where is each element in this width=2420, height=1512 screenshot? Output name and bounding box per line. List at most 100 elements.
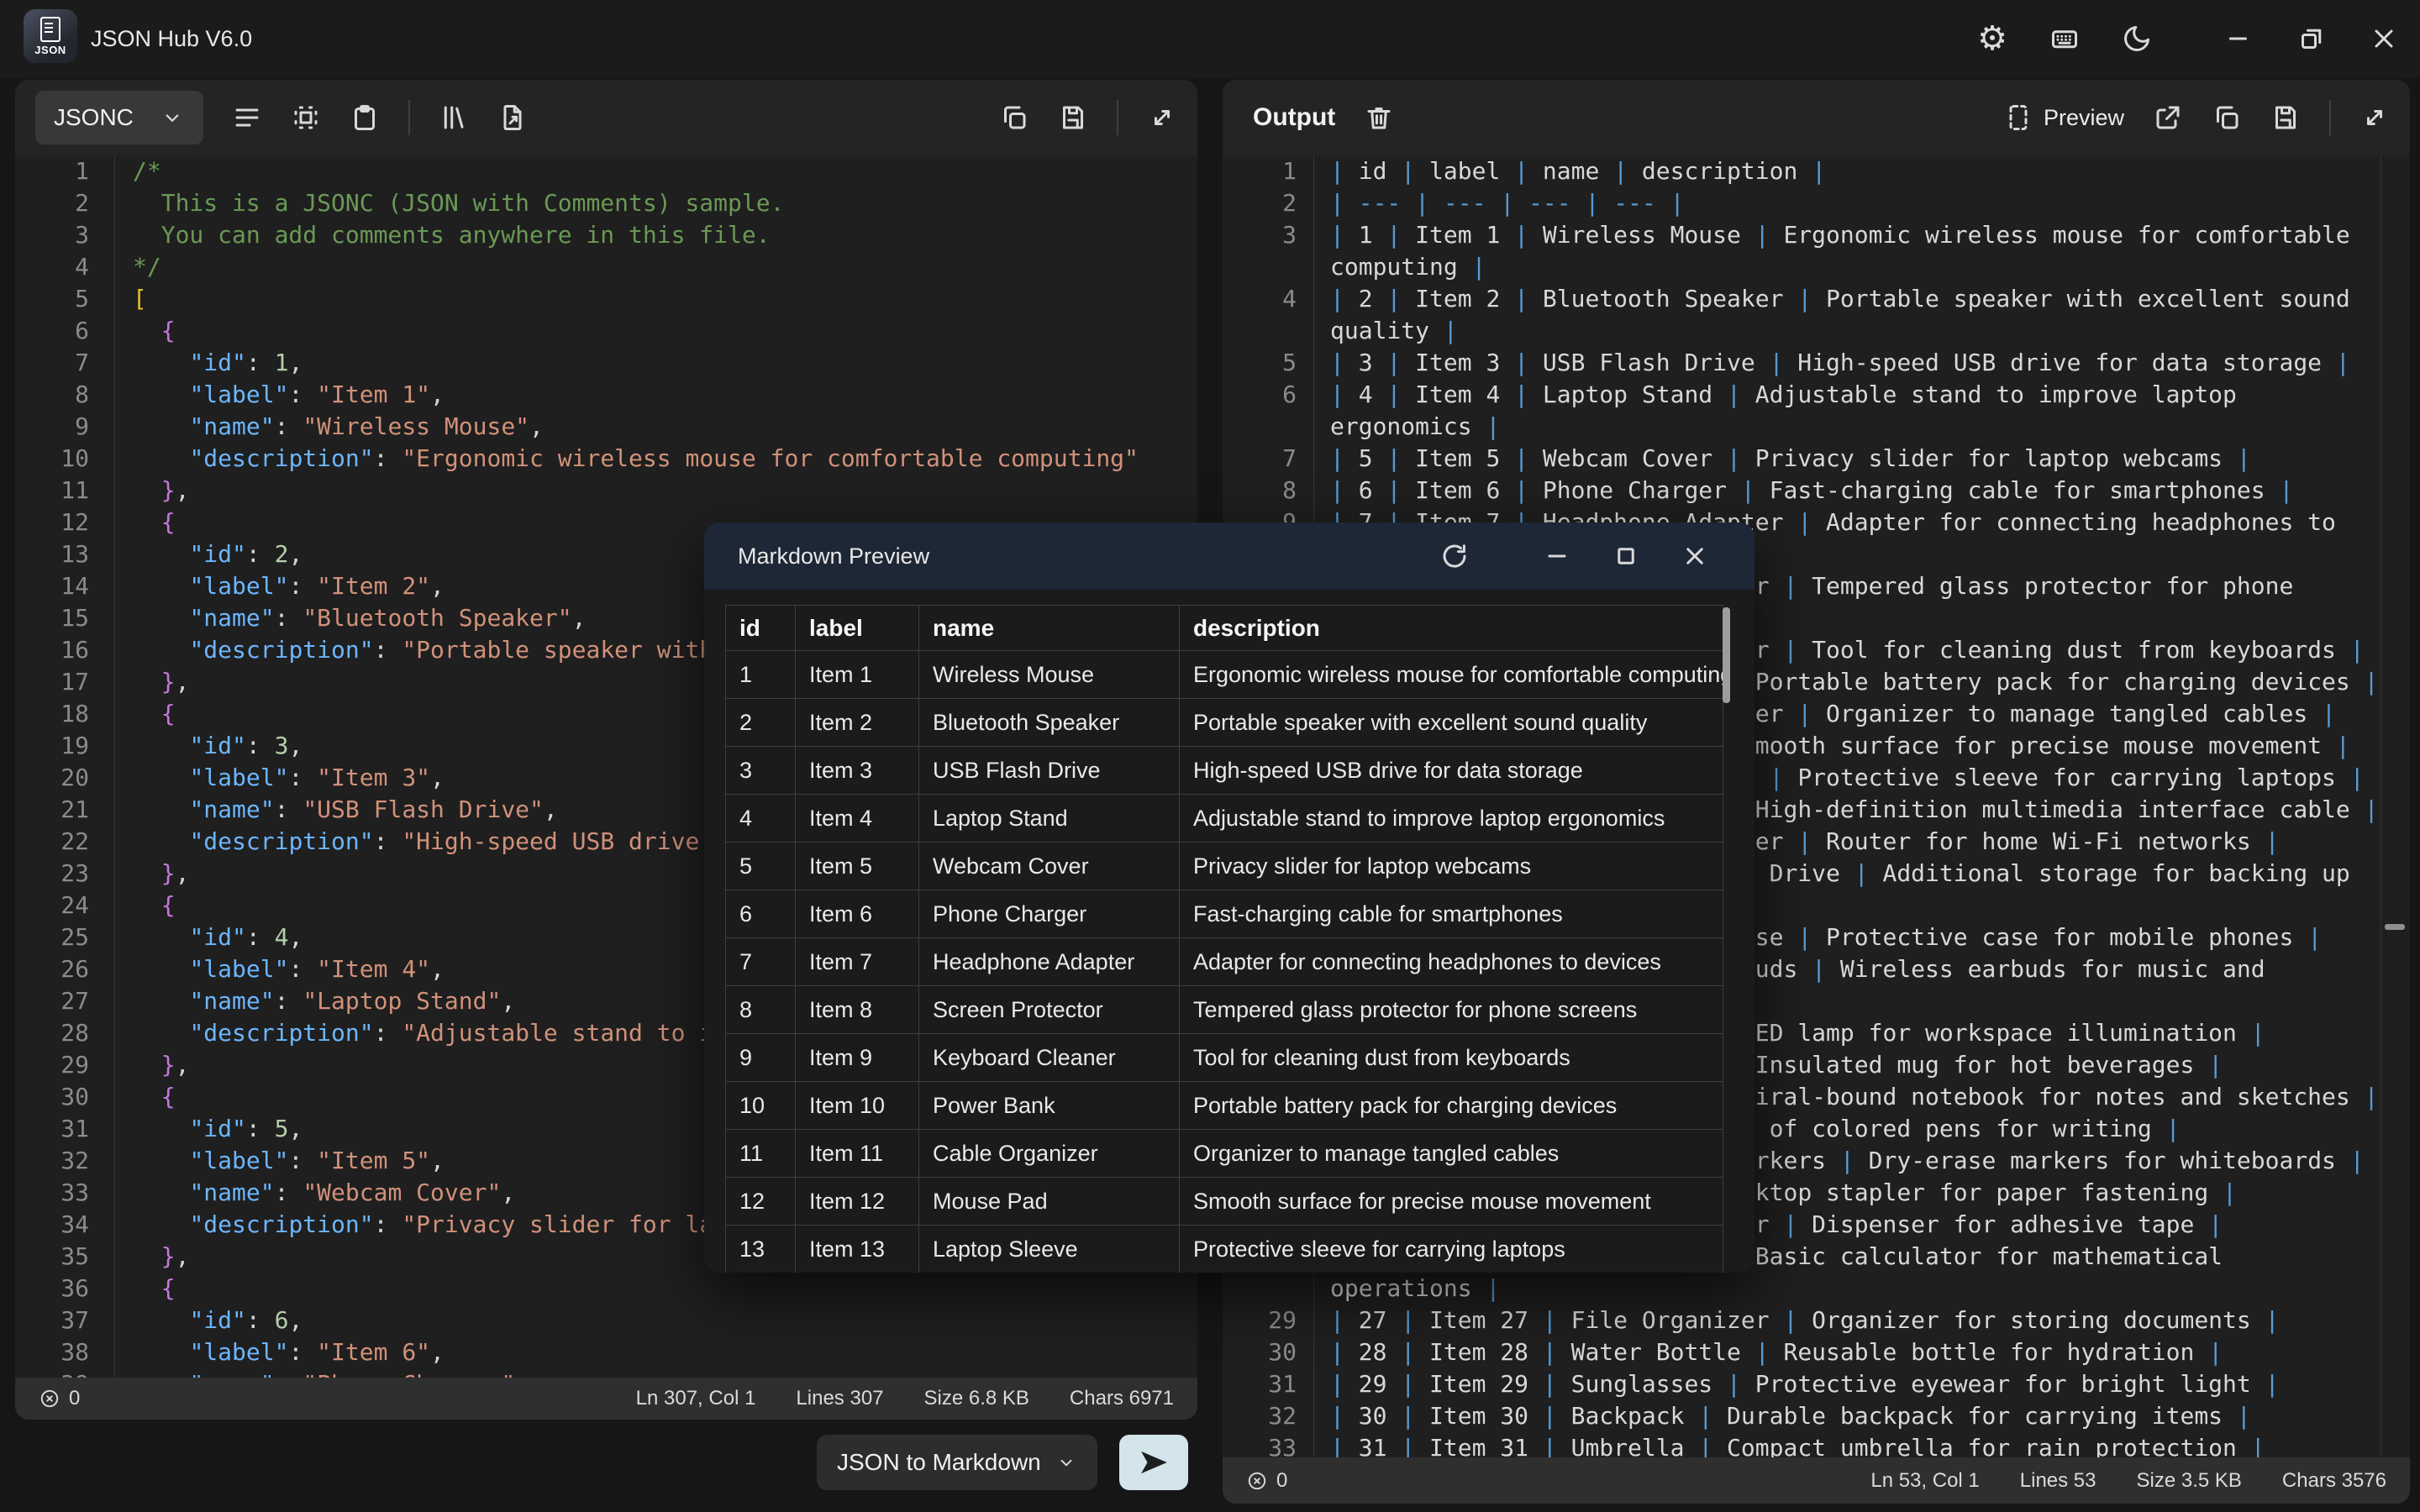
import-file-button[interactable]: [497, 102, 528, 133]
column-header: name: [919, 606, 1180, 651]
copy-input-button[interactable]: [999, 102, 1029, 133]
save-input-button[interactable]: [1058, 102, 1088, 133]
code-line: 8 "label": "Item 1",: [15, 379, 1197, 411]
restore-button[interactable]: [2275, 0, 2348, 77]
char-count: Chars 6971: [1070, 1387, 1174, 1410]
code-line: 36 {: [15, 1273, 1197, 1305]
code-line: 31| 29 | Item 29 | Sunglasses | Protecti…: [1223, 1368, 2410, 1400]
code-line: 30| 28 | Item 28 | Water Bottle | Reusab…: [1223, 1336, 2410, 1368]
code-line: 8| 6 | Item 6 | Phone Charger | Fast-cha…: [1223, 475, 2410, 507]
table-cell: Power Bank: [919, 1082, 1180, 1130]
code-line: 9 "name": "Wireless Mouse",: [15, 411, 1197, 443]
maximize-icon: [1611, 541, 1641, 571]
save-output-button[interactable]: [2270, 102, 2301, 133]
table-cell: Item 8: [796, 986, 919, 1034]
preview-titlebar[interactable]: Markdown Preview: [704, 522, 1754, 590]
transform-bar: JSON to Markdown: [817, 1435, 1188, 1490]
clear-output-button[interactable]: [1364, 102, 1394, 133]
table-cell: 4: [726, 795, 796, 843]
share-icon: [2153, 102, 2183, 133]
table-row: 5Item 5Webcam CoverPrivacy slider for la…: [726, 843, 1723, 890]
run-conversion-button[interactable]: [1119, 1435, 1188, 1490]
code-line: 4| 2 | Item 2 | Bluetooth Speaker | Port…: [1223, 283, 2410, 315]
copy-icon: [999, 102, 1029, 133]
problems-indicator[interactable]: 0: [39, 1387, 80, 1410]
conversion-mode-select[interactable]: JSON to Markdown: [817, 1435, 1097, 1490]
table-cell: 11: [726, 1130, 796, 1178]
keyboard-icon: [2049, 24, 2080, 54]
input-statusbar: 0 Ln 307, Col 1 Lines 307 Size 6.8 KB Ch…: [15, 1378, 1197, 1420]
table-cell: 12: [726, 1178, 796, 1226]
table-row: 12Item 12Mouse PadSmooth surface for pre…: [726, 1178, 1723, 1226]
problems-indicator[interactable]: 0: [1246, 1469, 1287, 1493]
samples-button[interactable]: [439, 102, 469, 133]
code-line: 3| 1 | Item 1 | Wireless Mouse | Ergonom…: [1223, 219, 2410, 251]
problems-count: 0: [1276, 1469, 1287, 1493]
expand-input-button[interactable]: [1147, 102, 1177, 133]
table-cell: USB Flash Drive: [919, 747, 1180, 795]
preview-button[interactable]: Preview: [2003, 102, 2124, 133]
scrollbar-thumb[interactable]: [2385, 924, 2405, 930]
minimize-icon: [2224, 24, 2254, 54]
code-line: 1/*: [15, 155, 1197, 187]
preview-close-button[interactable]: [1660, 522, 1729, 590]
table-cell: Item 5: [796, 843, 919, 890]
column-header: id: [726, 606, 796, 651]
format-button[interactable]: [232, 102, 262, 133]
trash-icon: [1364, 102, 1394, 133]
expand-icon: [2360, 102, 2390, 133]
column-header: description: [1180, 606, 1723, 651]
cursor-position: Ln 53, Col 1: [1870, 1469, 1979, 1493]
theme-toggle-button[interactable]: [2101, 0, 2173, 77]
table-row: 4Item 4Laptop StandAdjustable stand to i…: [726, 795, 1723, 843]
preview-minimize-button[interactable]: [1523, 522, 1591, 590]
share-output-button[interactable]: [2153, 102, 2183, 133]
table-cell: 5: [726, 843, 796, 890]
app-logo: JSON: [24, 9, 77, 63]
code-line: 32| 30 | Item 30 | Backpack | Durable ba…: [1223, 1400, 2410, 1432]
shortcuts-button[interactable]: [2028, 0, 2101, 77]
table-cell: Mouse Pad: [919, 1178, 1180, 1226]
markdown-preview-window[interactable]: Markdown Preview idlabelnamedescription1…: [704, 522, 1754, 1273]
preview-window-title: Markdown Preview: [738, 543, 929, 570]
table-cell: Smooth surface for precise mouse movemen…: [1180, 1178, 1723, 1226]
preview-button-label: Preview: [2044, 105, 2124, 131]
moon-icon: [2122, 24, 2152, 54]
preview-refresh-button[interactable]: [1420, 522, 1489, 590]
table-row: 1Item 1Wireless MouseErgonomic wireless …: [726, 651, 1723, 699]
table-cell: Wireless Mouse: [919, 651, 1180, 699]
table-cell: Adjustable stand to improve laptop ergon…: [1180, 795, 1723, 843]
preview-scrollbar-thumb[interactable]: [1723, 607, 1730, 703]
error-circle-icon: [39, 1388, 60, 1410]
copy-output-button[interactable]: [2212, 102, 2242, 133]
minify-button[interactable]: [291, 102, 321, 133]
code-line: 5[: [15, 283, 1197, 315]
table-cell: Cable Organizer: [919, 1130, 1180, 1178]
table-cell: Adapter for connecting headphones to dev…: [1180, 938, 1723, 986]
preview-table: idlabelnamedescription1Item 1Wireless Mo…: [725, 605, 1723, 1273]
table-cell: Item 10: [796, 1082, 919, 1130]
toolbar-divider: [2329, 100, 2331, 135]
expand-output-button[interactable]: [2360, 102, 2390, 133]
table-row: 2Item 2Bluetooth SpeakerPortable speaker…: [726, 699, 1723, 747]
input-toolbar: JSONC: [15, 80, 1197, 155]
file-size: Size 3.5 KB: [2137, 1469, 2242, 1493]
conversion-mode-value: JSON to Markdown: [837, 1449, 1041, 1476]
minimize-button[interactable]: [2203, 0, 2275, 77]
table-cell: Item 6: [796, 890, 919, 938]
close-button[interactable]: [2348, 0, 2420, 77]
code-line: 37 "id": 6,: [15, 1305, 1197, 1336]
table-cell: Bluetooth Speaker: [919, 699, 1180, 747]
gear-icon: ⚙: [1977, 22, 2007, 55]
language-selector[interactable]: JSONC: [35, 91, 203, 144]
paste-button[interactable]: [350, 102, 380, 133]
preview-file-icon: [2003, 102, 2033, 133]
settings-button[interactable]: ⚙: [1956, 0, 2028, 77]
code-line: 10 "description": "Ergonomic wireless mo…: [15, 443, 1197, 475]
line-count: Lines 307: [796, 1387, 883, 1410]
table-row: 8Item 8Screen ProtectorTempered glass pr…: [726, 986, 1723, 1034]
format-lines-icon: [232, 102, 262, 133]
table-row: 6Item 6Phone ChargerFast-charging cable …: [726, 890, 1723, 938]
table-row: 9Item 9Keyboard CleanerTool for cleaning…: [726, 1034, 1723, 1082]
preview-maximize-button[interactable]: [1591, 522, 1660, 590]
